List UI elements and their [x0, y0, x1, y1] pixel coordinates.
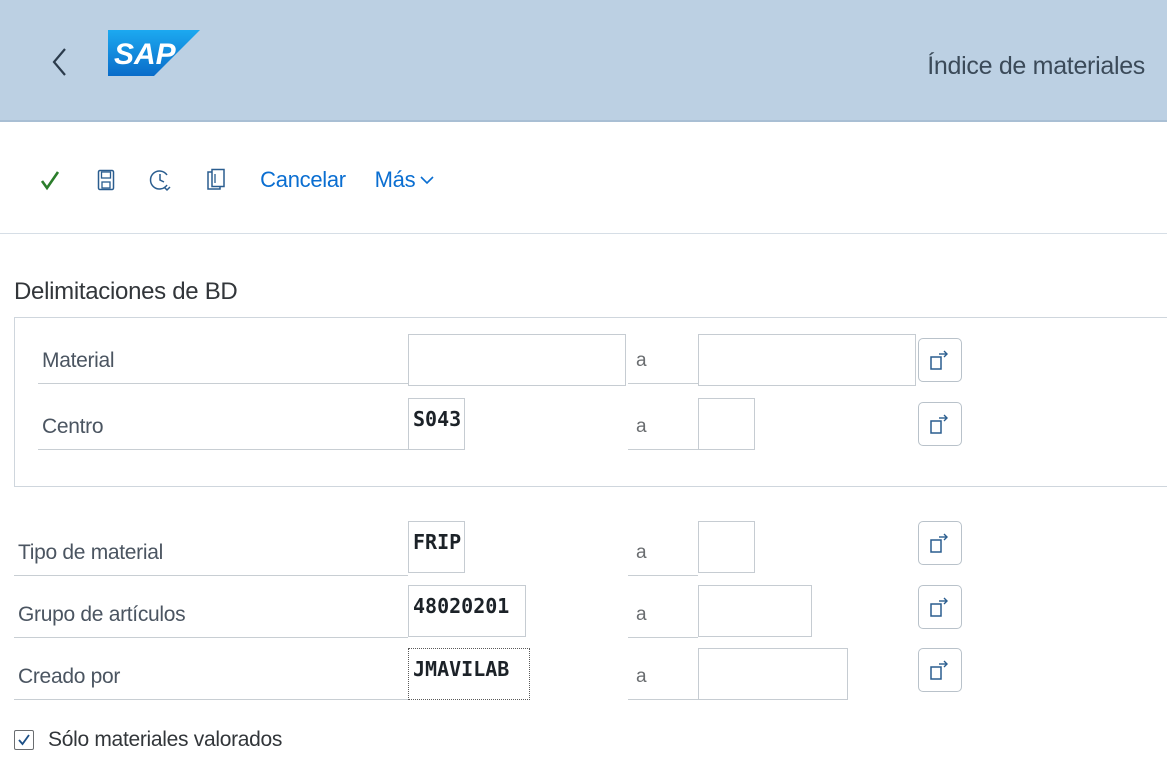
- centro-multiple-selection-button[interactable]: [918, 402, 962, 446]
- article-group-from-input[interactable]: 48020201: [408, 585, 526, 637]
- checkmark-icon: [18, 734, 30, 746]
- centro-label: Centro: [38, 404, 408, 450]
- range-separator: a: [628, 592, 698, 638]
- material-type-to-input[interactable]: [698, 521, 755, 573]
- material-type-from-input[interactable]: FRIP: [408, 521, 465, 573]
- svg-text:SAP: SAP: [114, 38, 177, 71]
- article-group-label: Grupo de artículos: [14, 592, 408, 638]
- copy-icon: [207, 168, 225, 190]
- material-label: Material: [38, 338, 408, 384]
- chevron-left-icon: [52, 48, 66, 76]
- back-button[interactable]: [40, 40, 80, 84]
- more-label: Más: [374, 167, 416, 192]
- page-title: Índice de materiales: [927, 52, 1145, 80]
- section-title: Delimitaciones de BD: [14, 278, 238, 305]
- valued-materials-option: Sólo materiales valorados: [14, 720, 282, 760]
- article-group-multiple-selection-button[interactable]: [918, 585, 962, 629]
- material-to-input[interactable]: [698, 334, 916, 386]
- created-by-multiple-selection-button[interactable]: [918, 648, 962, 692]
- range-separator: a: [628, 530, 698, 576]
- material-from-input[interactable]: [408, 334, 626, 386]
- created-by-from-input[interactable]: JMAVILAB: [408, 648, 530, 700]
- centro-from-input[interactable]: S043: [408, 398, 465, 450]
- shell-bar: SAP Índice de materiales: [0, 0, 1167, 122]
- material-type-multiple-selection-button[interactable]: [918, 521, 962, 565]
- created-by-to-input[interactable]: [698, 648, 848, 700]
- cancel-button[interactable]: Cancelar: [260, 162, 346, 198]
- execute-button[interactable]: [36, 162, 64, 198]
- multiple-selection-icon: [930, 350, 948, 370]
- save-icon: [97, 169, 115, 191]
- range-separator: a: [628, 654, 698, 700]
- valued-materials-label: Sólo materiales valorados: [48, 728, 283, 751]
- multiple-selection-icon: [930, 597, 948, 617]
- sap-logo: SAP: [108, 30, 200, 76]
- multiple-selection-icon: [930, 660, 948, 680]
- multiple-selection-icon: [930, 533, 948, 553]
- history-icon: [149, 170, 171, 192]
- more-button[interactable]: Más: [370, 162, 440, 198]
- multiple-selection-icon: [930, 414, 948, 434]
- valued-materials-checkbox[interactable]: [14, 730, 34, 750]
- range-separator: a: [628, 338, 698, 384]
- article-group-to-input[interactable]: [698, 585, 812, 637]
- material-multiple-selection-button[interactable]: [918, 338, 962, 382]
- save-button[interactable]: [92, 162, 120, 198]
- range-separator: a: [628, 404, 698, 450]
- centro-to-input[interactable]: [698, 398, 755, 450]
- copy-button[interactable]: [202, 162, 230, 198]
- material-type-label: Tipo de material: [14, 530, 408, 576]
- history-button[interactable]: [145, 162, 175, 198]
- chevron-down-icon: [420, 176, 434, 185]
- checkmark-icon: [40, 171, 60, 191]
- cancel-label: Cancelar: [260, 167, 346, 192]
- created-by-label: Creado por: [14, 654, 408, 700]
- toolbar: [0, 122, 1167, 234]
